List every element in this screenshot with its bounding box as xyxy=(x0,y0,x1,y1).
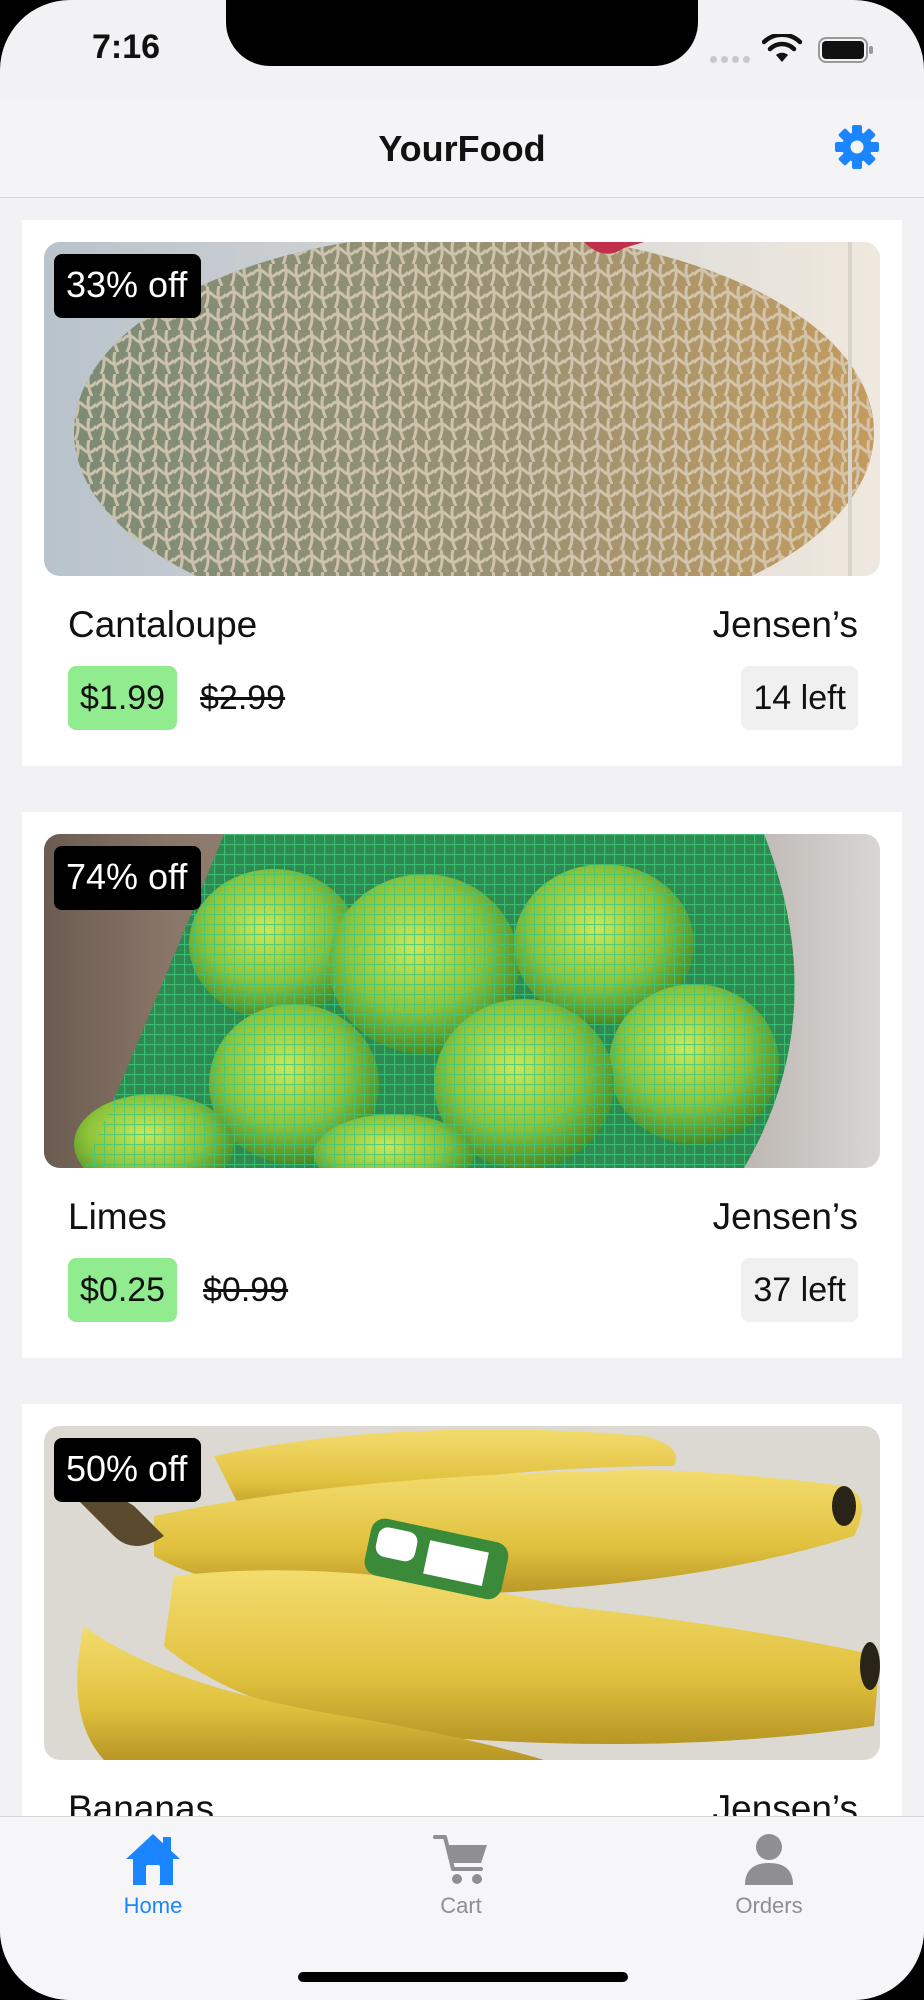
product-card[interactable]: 50% off Bananas Jensen’s xyxy=(22,1404,902,1816)
sale-price: $1.99 xyxy=(68,666,178,730)
cellular-signal-icon xyxy=(710,56,752,64)
product-card[interactable]: 33% off Cantaloupe Jensen’s $1.99 $2.99 … xyxy=(22,220,902,766)
home-icon xyxy=(126,1834,180,1885)
stock-badge: 37 left xyxy=(741,1258,858,1322)
product-feed[interactable]: 33% off Cantaloupe Jensen’s $1.99 $2.99 … xyxy=(0,198,924,1816)
tab-label: Cart xyxy=(440,1893,482,1918)
status-bar: 7:16 xyxy=(0,0,924,100)
product-image-limes: 74% off xyxy=(44,834,880,1168)
discount-badge: 33% off xyxy=(54,254,202,318)
stock-badge: 14 left xyxy=(741,666,858,730)
store-name: Jensen’s xyxy=(712,1788,858,1816)
sale-price: $0.25 xyxy=(68,1258,178,1322)
store-name: Jensen’s xyxy=(712,604,858,645)
tab-orders[interactable]: Orders xyxy=(669,1831,869,1931)
store-name: Jensen’s xyxy=(712,1196,858,1237)
tab-home[interactable]: Home xyxy=(53,1831,253,1931)
notch xyxy=(226,0,698,66)
tab-label: Orders xyxy=(735,1893,803,1918)
tab-label: Home xyxy=(123,1893,183,1918)
original-price: $2.99 xyxy=(200,679,286,717)
home-indicator[interactable] xyxy=(298,1972,628,1982)
cart-icon xyxy=(433,1835,487,1884)
discount-badge: 74% off xyxy=(54,846,202,910)
battery-icon xyxy=(818,37,873,63)
navigation-bar: YourFood xyxy=(0,100,924,198)
page-title: YourFood xyxy=(378,128,546,169)
product-image-cantaloupe: 33% off xyxy=(44,242,880,576)
original-price: $0.99 xyxy=(203,1271,289,1309)
product-name: Bananas xyxy=(68,1788,215,1816)
person-icon xyxy=(745,1834,793,1885)
product-card[interactable]: 74% off Limes Jensen’s $0.25 $0.99 37 le… xyxy=(22,812,902,1358)
discount-badge: 50% off xyxy=(54,1438,202,1502)
product-name: Cantaloupe xyxy=(68,604,258,645)
status-time: 7:16 xyxy=(92,28,161,66)
product-image-bananas: 50% off xyxy=(44,1426,880,1760)
tab-cart[interactable]: Cart xyxy=(361,1831,561,1931)
gear-icon[interactable] xyxy=(834,124,880,170)
product-name: Limes xyxy=(68,1196,167,1237)
phone-screen: 7:16 YourFood 33% off Cantaloupe Jensen’… xyxy=(0,0,924,2000)
wifi-icon xyxy=(762,34,802,62)
